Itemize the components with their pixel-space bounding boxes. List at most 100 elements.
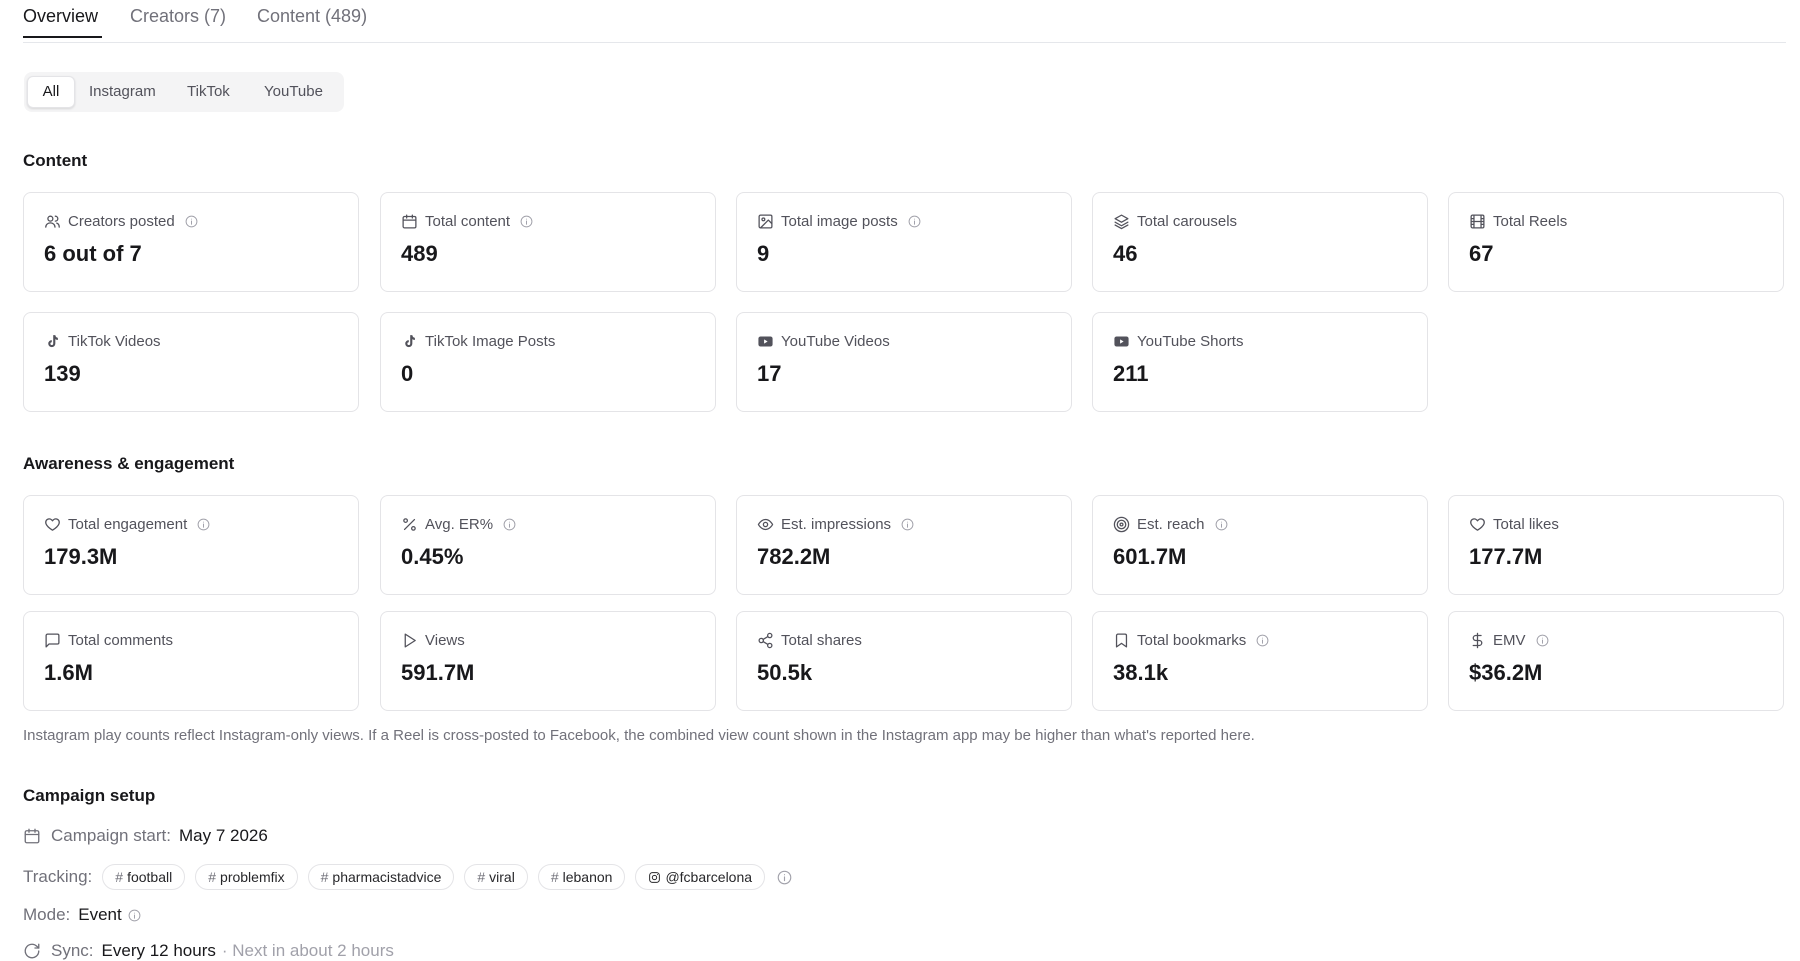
card-value: 38.1k <box>1113 660 1169 685</box>
engagement-section-title: Awareness & engagement <box>23 454 235 473</box>
hash-icon: # <box>208 869 217 885</box>
heart-icon <box>45 518 60 531</box>
sync-row: Sync: Every 12 hours · Next in about 2 h… <box>23 941 394 961</box>
tracking-label: Tracking: <box>23 867 93 886</box>
card-label: Total content <box>425 213 511 230</box>
chip-label: football <box>127 869 173 885</box>
info-icon[interactable] <box>777 870 792 885</box>
film-icon <box>1470 214 1485 229</box>
card-emv: EMV $36.2M <box>1448 611 1784 711</box>
info-icon[interactable] <box>185 215 198 228</box>
card-avg-er: Avg. ER% 0.45% <box>380 495 716 595</box>
users-icon <box>45 215 60 228</box>
card-label: Total bookmarks <box>1137 632 1247 649</box>
chip-label: pharmacistadvice <box>332 869 442 885</box>
tab-creators[interactable]: Creators (7) <box>130 6 226 37</box>
info-icon[interactable] <box>1536 634 1549 647</box>
card-value: 0.45% <box>401 544 464 569</box>
campaign-start-label: Campaign start: <box>51 826 171 845</box>
card-label: Total shares <box>781 632 862 649</box>
chip-label: lebanon <box>562 869 613 885</box>
card-value: 50.5k <box>757 660 813 685</box>
bookmark-icon <box>1115 633 1128 648</box>
eye-icon <box>757 518 774 531</box>
card-label: TikTok Image Posts <box>425 333 556 350</box>
tracking-row: Tracking: # football # problemfix # pharmac… <box>23 864 792 890</box>
card-label: Views <box>425 632 465 649</box>
info-icon[interactable] <box>520 215 533 228</box>
card-youtube-shorts: YouTube Shorts 211 <box>1092 312 1428 412</box>
image-icon <box>758 214 773 229</box>
card-label: Total carousels <box>1137 213 1238 230</box>
hash-icon: # <box>320 869 329 885</box>
hash-icon: # <box>115 869 124 885</box>
top-tabs: Overview Creators (7) Content (489) <box>23 0 1786 43</box>
mode-row: Mode: Event <box>23 905 141 925</box>
mode-label: Mode: <box>23 905 71 924</box>
card-est-reach: Est. reach 601.7M <box>1092 495 1428 595</box>
hash-icon: # <box>550 869 559 885</box>
tracking-chip[interactable]: # viral <box>464 864 528 890</box>
refresh-icon <box>24 943 40 959</box>
info-icon[interactable] <box>901 518 914 531</box>
card-total-image-posts: Total image posts 9 <box>736 192 1072 292</box>
card-value: 17 <box>757 361 782 386</box>
card-total-engagement: Total engagement 179.3M <box>23 495 359 595</box>
tracking-account-chip[interactable]: @fcbarcelona <box>635 864 766 890</box>
card-value: 782.2M <box>757 544 831 569</box>
card-value: 0 <box>401 361 414 386</box>
card-label: YouTube Videos <box>781 333 890 350</box>
card-value: 179.3M <box>44 544 118 569</box>
card-value: 211 <box>1113 361 1149 386</box>
info-icon[interactable] <box>908 215 921 228</box>
info-icon[interactable] <box>197 518 210 531</box>
calendar-icon <box>24 828 40 844</box>
card-total-comments: Total comments 1.6M <box>23 611 359 711</box>
play-icon <box>404 633 416 648</box>
card-value: 6 out of 7 <box>44 241 142 266</box>
instagram-views-note: Instagram play counts reflect Instagram-… <box>23 727 1255 744</box>
card-est-impressions: Est. impressions 782.2M <box>736 495 1072 595</box>
target-icon <box>1113 516 1130 533</box>
card-label: Creators posted <box>68 213 175 230</box>
chip-label: viral <box>489 869 515 885</box>
tracking-chip[interactable]: # problemfix <box>195 864 298 890</box>
card-total-shares: Total shares 50.5k <box>736 611 1072 711</box>
sync-label: Sync: <box>51 941 94 960</box>
card-value: 1.6M <box>44 660 93 685</box>
info-icon[interactable] <box>1256 634 1269 647</box>
campaign-start-row: Campaign start: May 7 2026 <box>23 826 268 846</box>
campaign-overview-page: Overview Creators (7) Content (489) All … <box>0 0 1800 960</box>
tracking-chip[interactable]: # football <box>102 864 186 890</box>
filter-instagram[interactable]: Instagram <box>89 76 156 108</box>
info-icon[interactable] <box>1215 518 1228 531</box>
chip-label: @fcbarcelona <box>665 869 753 885</box>
info-icon[interactable] <box>128 909 141 922</box>
card-total-carousels: Total carousels 46 <box>1092 192 1428 292</box>
tab-overview[interactable]: Overview <box>23 6 102 38</box>
tracking-chip[interactable]: # pharmacistadvice <box>307 864 455 890</box>
tab-content[interactable]: Content (489) <box>257 6 367 37</box>
hash-icon: # <box>477 869 486 885</box>
campaign-start-value: May 7 2026 <box>179 826 268 845</box>
card-total-reels: Total Reels 67 <box>1448 192 1784 292</box>
tracking-chip[interactable]: # lebanon <box>537 864 626 890</box>
card-value: 46 <box>1113 241 1138 266</box>
filter-tiktok[interactable]: TikTok <box>187 76 230 108</box>
campaign-setup-title: Campaign setup <box>23 786 156 805</box>
mode-value: Event <box>78 905 122 924</box>
percent-icon <box>403 518 416 531</box>
card-value: 601.7M <box>1113 544 1187 569</box>
card-creators-posted: Creators posted 6 out of 7 <box>23 192 359 292</box>
card-total-content: Total content 489 <box>380 192 716 292</box>
info-icon[interactable] <box>503 518 516 531</box>
card-label: YouTube Shorts <box>1137 333 1244 350</box>
filter-all[interactable]: All <box>27 76 75 108</box>
card-label: Avg. ER% <box>425 516 494 533</box>
filter-youtube[interactable]: YouTube <box>264 76 323 108</box>
card-label: TikTok Videos <box>68 333 161 350</box>
youtube-icon <box>758 336 773 347</box>
card-tiktok-videos: TikTok Videos 139 <box>23 312 359 412</box>
card-value: $36.2M <box>1469 660 1543 685</box>
youtube-icon <box>1114 336 1129 347</box>
